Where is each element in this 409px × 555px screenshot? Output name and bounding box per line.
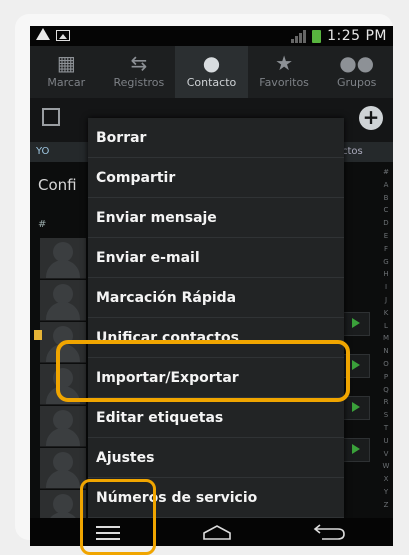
alphabet-letter[interactable]: T	[380, 422, 392, 435]
alphabet-letter[interactable]: #	[380, 166, 392, 179]
alphabet-letter[interactable]: X	[380, 473, 392, 486]
alphabet-letter[interactable]: H	[380, 268, 392, 281]
contact-avatar	[40, 406, 86, 447]
add-contact-icon[interactable]: +	[359, 106, 383, 130]
status-time: 1:25 PM	[327, 28, 387, 44]
contact-avatar	[40, 280, 86, 321]
home-icon[interactable]	[202, 524, 232, 540]
tab-contacto[interactable]: ● Contacto	[175, 46, 248, 98]
alphabet-letter[interactable]: K	[380, 307, 392, 320]
alphabet-index[interactable]: # A B C D E F G H I J K L M N O P Q R S T U V W X Y Z	[380, 166, 392, 512]
alphabet-letter[interactable]: I	[380, 281, 392, 294]
alphabet-letter[interactable]: C	[380, 204, 392, 217]
signal-icon	[291, 29, 307, 43]
alphabet-letter[interactable]: Z	[380, 499, 392, 512]
menu-item-enviar-mensaje[interactable]: Enviar mensaje	[88, 198, 344, 238]
phone-screen: 1:25 PM ▦ Marcar ⇆ Registros ● Contacto …	[30, 26, 393, 546]
contact-icon: ●	[202, 51, 221, 75]
alphabet-letter[interactable]: O	[380, 358, 392, 371]
menu-item-compartir[interactable]: Compartir	[88, 158, 344, 198]
alphabet-letter[interactable]: L	[380, 320, 392, 333]
groups-icon: ●●	[339, 51, 375, 75]
tab-label: Marcar	[47, 76, 86, 89]
menu-item-enviar-email[interactable]: Enviar e-mail	[88, 238, 344, 278]
battery-icon	[312, 29, 322, 43]
tab-bar: ▦ Marcar ⇆ Registros ● Contacto ★ Favori…	[30, 46, 393, 98]
tab-label: Registros	[113, 76, 165, 89]
grid-icon[interactable]	[42, 108, 60, 126]
contact-tag	[34, 330, 42, 340]
tab-label: Favoritos	[259, 76, 309, 89]
alphabet-letter[interactable]: Q	[380, 384, 392, 397]
highlight-menu-key	[80, 479, 156, 555]
tab-label: Grupos	[336, 76, 377, 89]
tab-marcar[interactable]: ▦ Marcar	[30, 46, 103, 98]
call-button[interactable]	[342, 438, 370, 462]
star-icon: ★	[275, 51, 294, 75]
alphabet-letter[interactable]: R	[380, 396, 392, 409]
config-text: Confi	[38, 176, 77, 194]
hash-header: #	[38, 219, 47, 230]
contact-avatar	[40, 448, 86, 489]
menu-item-ajustes[interactable]: Ajustes	[88, 438, 344, 478]
warning-icon	[36, 28, 50, 40]
tab-favoritos[interactable]: ★ Favoritos	[248, 46, 321, 98]
alphabet-letter[interactable]: M	[380, 332, 392, 345]
section-label-contacts: ctos	[342, 146, 363, 157]
section-label-yo: YO	[36, 146, 50, 157]
image-notification-icon	[56, 30, 70, 41]
alphabet-letter[interactable]: V	[380, 448, 392, 461]
alphabet-letter[interactable]: Y	[380, 486, 392, 499]
back-icon[interactable]	[312, 523, 346, 541]
alphabet-letter[interactable]: G	[380, 256, 392, 269]
menu-item-editar-etiquetas[interactable]: Editar etiquetas	[88, 398, 344, 438]
alphabet-letter[interactable]: E	[380, 230, 392, 243]
call-log-icon: ⇆	[130, 51, 148, 75]
tab-label: Contacto	[186, 76, 237, 89]
alphabet-letter[interactable]: P	[380, 371, 392, 384]
alphabet-letter[interactable]: D	[380, 217, 392, 230]
alphabet-letter[interactable]: W	[380, 460, 392, 473]
contact-avatar	[40, 238, 86, 279]
call-button[interactable]	[342, 396, 370, 420]
status-bar: 1:25 PM	[30, 26, 393, 46]
alphabet-letter[interactable]: S	[380, 409, 392, 422]
menu-item-borrar[interactable]: Borrar	[88, 118, 344, 158]
dialpad-icon: ▦	[56, 51, 76, 75]
alphabet-letter[interactable]: F	[380, 243, 392, 256]
tab-grupos[interactable]: ●● Grupos	[320, 46, 393, 98]
alphabet-letter[interactable]: A	[380, 179, 392, 192]
menu-item-marcacion-rapida[interactable]: Marcación Rápida	[88, 278, 344, 318]
tab-registros[interactable]: ⇆ Registros	[103, 46, 176, 98]
alphabet-letter[interactable]: B	[380, 192, 392, 205]
alphabet-letter[interactable]: U	[380, 435, 392, 448]
call-button[interactable]	[342, 312, 370, 336]
alphabet-letter[interactable]: N	[380, 345, 392, 358]
alphabet-letter[interactable]: J	[380, 294, 392, 307]
highlight-importar-exportar	[56, 340, 350, 402]
options-menu: Borrar Compartir Enviar mensaje Enviar e…	[88, 118, 344, 518]
